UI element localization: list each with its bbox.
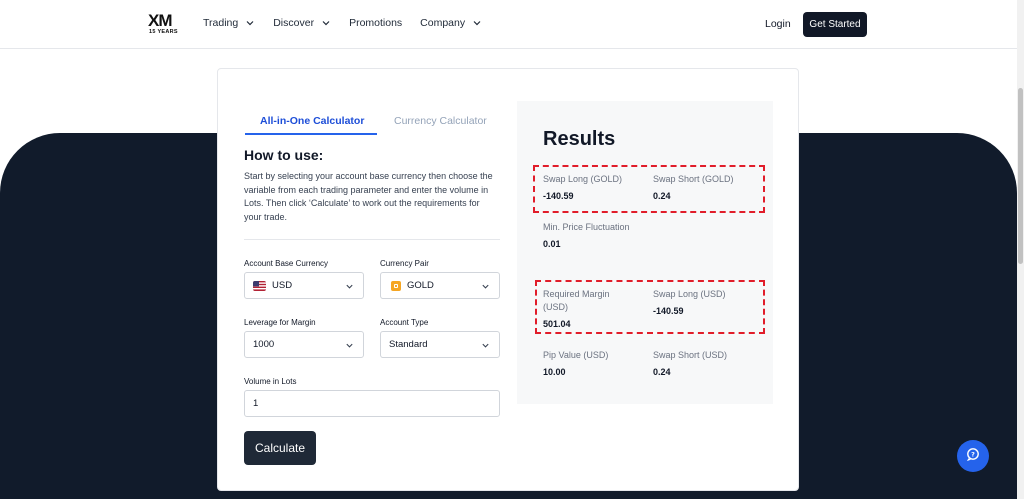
base-currency-select[interactable]: USD xyxy=(244,272,364,299)
results-panel: Results Swap Long (GOLD) -140.59 Swap Sh… xyxy=(517,101,773,404)
svg-text:?: ? xyxy=(971,450,975,458)
account-type-label: Account Type xyxy=(380,318,429,327)
nav-trading-label: Trading xyxy=(203,17,239,29)
swap-short-usd-value: 0.24 xyxy=(653,367,671,377)
login-link[interactable]: Login xyxy=(765,18,791,30)
volume-value: 1 xyxy=(253,398,259,409)
logo-mark: XM xyxy=(148,11,172,30)
account-type-select[interactable]: Standard xyxy=(380,331,500,358)
volume-input[interactable]: 1 xyxy=(244,390,500,417)
site-header: XM 15 YEARS Trading Discover Promotions … xyxy=(0,0,1017,49)
results-title: Results xyxy=(543,128,616,150)
nav-company-label: Company xyxy=(420,17,466,29)
nav-promotions-label: Promotions xyxy=(349,17,403,29)
nav-company[interactable]: Company xyxy=(420,17,482,29)
divider xyxy=(244,239,500,240)
calculator-card: All-in-One Calculator Currency Calculato… xyxy=(217,68,799,491)
leverage-select[interactable]: 1000 xyxy=(244,331,364,358)
get-started-button[interactable]: Get Started xyxy=(803,12,867,37)
leverage-value: 1000 xyxy=(253,339,275,350)
volume-label: Volume in Lots xyxy=(244,377,297,386)
chevron-down-icon xyxy=(345,282,354,291)
tab-currency-calculator[interactable]: Currency Calculator xyxy=(394,115,487,127)
swap-short-gold-value: 0.24 xyxy=(653,191,671,201)
currency-pair-label: Currency Pair xyxy=(380,259,429,268)
nav-trading[interactable]: Trading xyxy=(203,17,255,29)
chevron-down-icon xyxy=(245,18,255,28)
required-margin-label: Required Margin (USD) xyxy=(543,289,610,312)
pip-value-value: 10.00 xyxy=(543,367,566,377)
page-scrollbar[interactable] xyxy=(1017,0,1024,499)
main-nav: Trading Discover Promotions Company xyxy=(203,17,500,29)
swap-short-gold-label: Swap Short (GOLD) xyxy=(653,174,734,184)
chevron-down-icon xyxy=(345,341,354,350)
us-flag-icon xyxy=(253,280,266,291)
nav-discover[interactable]: Discover xyxy=(273,17,331,29)
chat-bubble-icon: ? xyxy=(966,447,980,466)
base-currency-label: Account Base Currency xyxy=(244,259,329,268)
tab-all-in-one-calculator[interactable]: All-in-One Calculator xyxy=(260,115,364,127)
chevron-down-icon xyxy=(481,341,490,350)
nav-promotions[interactable]: Promotions xyxy=(349,17,402,29)
pip-value-label: Pip Value (USD) xyxy=(543,350,609,360)
gold-icon xyxy=(391,280,401,291)
how-to-description: Start by selecting your account base cur… xyxy=(244,171,493,222)
base-currency-value: USD xyxy=(272,280,293,291)
nav-discover-label: Discover xyxy=(273,17,315,29)
min-price-fluctuation-label: Min. Price Fluctuation xyxy=(543,222,630,232)
chat-support-button[interactable]: ? xyxy=(957,440,989,472)
currency-pair-value: GOLD xyxy=(407,280,434,291)
swap-long-gold-value: -140.59 xyxy=(543,191,574,201)
leverage-label: Leverage for Margin xyxy=(244,318,316,327)
active-tab-indicator xyxy=(245,133,377,135)
chevron-down-icon xyxy=(481,282,490,291)
required-margin-value: 501.04 xyxy=(543,319,571,329)
scrollbar-thumb[interactable] xyxy=(1018,88,1023,264)
calculate-button[interactable]: Calculate xyxy=(244,431,316,465)
chevron-down-icon xyxy=(472,18,482,28)
swap-long-usd-label: Swap Long (USD) xyxy=(653,289,726,299)
xm-logo[interactable]: XM 15 YEARS xyxy=(148,12,184,36)
swap-long-gold-label: Swap Long (GOLD) xyxy=(543,174,623,184)
chevron-down-icon xyxy=(321,18,331,28)
how-to-title: How to use: xyxy=(244,147,324,163)
currency-pair-select[interactable]: GOLD xyxy=(380,272,500,299)
swap-short-usd-label: Swap Short (USD) xyxy=(653,350,728,360)
min-price-fluctuation-value: 0.01 xyxy=(543,239,561,249)
swap-long-usd-value: -140.59 xyxy=(653,306,684,316)
logo-years: 15 YEARS xyxy=(149,29,178,35)
account-type-value: Standard xyxy=(389,339,428,350)
